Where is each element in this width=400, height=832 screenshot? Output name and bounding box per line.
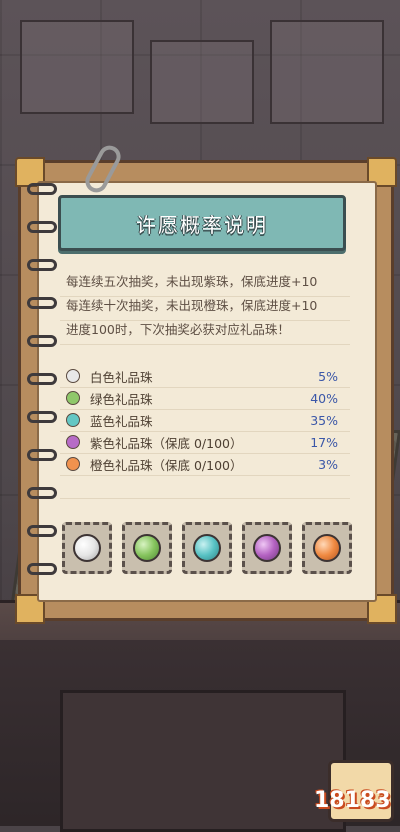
teal-orb-icon bbox=[193, 534, 221, 562]
background-panel bbox=[20, 20, 134, 114]
binder-ring bbox=[27, 411, 57, 423]
probability-label: 白色礼品珠 bbox=[90, 369, 153, 385]
divider bbox=[60, 498, 350, 499]
orb-slot-teal[interactable] bbox=[182, 522, 232, 574]
blue-orb-icon bbox=[66, 413, 80, 427]
divider bbox=[60, 475, 350, 476]
orb-slot-white[interactable] bbox=[62, 522, 112, 574]
background-panel bbox=[150, 40, 254, 124]
rule-line: 每连续五次抽奖，未出现紫珠，保底进度+10 bbox=[66, 274, 318, 289]
watermark-logo: 18183 bbox=[300, 760, 400, 822]
orb-slots bbox=[62, 522, 352, 578]
binder-ring bbox=[27, 449, 57, 461]
probability-row-purple: 紫色礼品珠（保底 0/100） 17% bbox=[66, 431, 338, 453]
probability-label: 蓝色礼品珠 bbox=[90, 413, 153, 429]
probability-list: 白色礼品珠 5% 绿色礼品珠 40% 蓝色礼品珠 35% 紫色礼品珠（保底 0/… bbox=[66, 365, 338, 475]
divider bbox=[60, 296, 350, 297]
rule-line: 进度100时，下次抽奖必获对应礼品珠！ bbox=[66, 322, 290, 337]
orange-orb-icon bbox=[313, 534, 341, 562]
binder-ring bbox=[27, 487, 57, 499]
probability-percent: 3% bbox=[318, 456, 338, 472]
probability-row-orange: 橙色礼品珠（保底 0/100） 3% bbox=[66, 453, 338, 475]
watermark-text: 18183 bbox=[314, 788, 391, 813]
probability-label: 橙色礼品珠（保底 0/100） bbox=[90, 457, 243, 473]
binder-ring bbox=[27, 525, 57, 537]
page-title: 许愿概率说明 bbox=[136, 212, 268, 237]
binder-ring bbox=[27, 297, 57, 309]
orb-slot-orange[interactable] bbox=[302, 522, 352, 574]
probability-label: 紫色礼品珠（保底 0/100） bbox=[90, 435, 243, 451]
probability-percent: 35% bbox=[310, 412, 338, 428]
probability-row-blue: 蓝色礼品珠 35% bbox=[66, 409, 338, 431]
purple-orb-icon bbox=[253, 534, 281, 562]
probability-percent: 5% bbox=[318, 368, 338, 384]
probability-percent: 17% bbox=[310, 434, 338, 450]
rule-line: 每连续十次抽奖，未出现橙珠，保底进度+10 bbox=[66, 298, 318, 313]
white-orb-icon bbox=[66, 369, 80, 383]
orb-slot-purple[interactable] bbox=[242, 522, 292, 574]
binder-ring bbox=[27, 259, 57, 271]
orb-slot-green[interactable] bbox=[122, 522, 172, 574]
background-panel bbox=[270, 20, 384, 124]
rules-text: 每连续五次抽奖，未出现紫珠，保底进度+10 每连续十次抽奖，未出现橙珠，保底进度… bbox=[66, 270, 366, 342]
title-banner: 许愿概率说明 bbox=[58, 195, 346, 251]
probability-row-green: 绿色礼品珠 40% bbox=[66, 387, 338, 409]
binder-ring bbox=[27, 373, 57, 385]
binder-ring bbox=[27, 335, 57, 347]
binder-ring bbox=[27, 563, 57, 575]
purple-orb-icon bbox=[66, 435, 80, 449]
green-orb-icon bbox=[133, 534, 161, 562]
orange-orb-icon bbox=[66, 457, 80, 471]
binder-ring bbox=[27, 221, 57, 233]
probability-label: 绿色礼品珠 bbox=[90, 391, 153, 407]
divider bbox=[60, 320, 350, 321]
divider bbox=[60, 344, 350, 345]
probability-row-white: 白色礼品珠 5% bbox=[66, 365, 338, 387]
green-orb-icon bbox=[66, 391, 80, 405]
white-orb-icon bbox=[73, 534, 101, 562]
binder-ring bbox=[27, 183, 57, 195]
probability-percent: 40% bbox=[310, 390, 338, 406]
